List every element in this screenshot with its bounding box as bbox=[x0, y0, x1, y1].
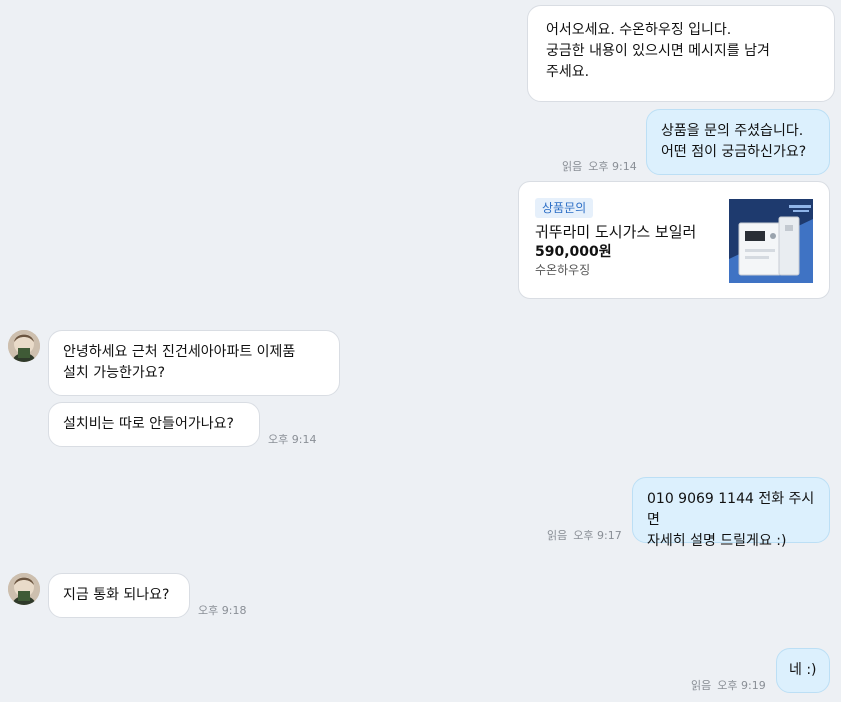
message-meta: 읽음 오후 9:17 bbox=[547, 527, 622, 543]
customer-avatar[interactable] bbox=[8, 330, 40, 362]
timestamp: 오후 9:14 bbox=[588, 160, 637, 173]
read-receipt: 읽음 bbox=[547, 529, 568, 542]
timestamp: 오후 9:17 bbox=[573, 529, 622, 542]
message-meta: 읽음 오후 9:19 bbox=[691, 677, 766, 693]
message-meta: 읽음 오후 9:14 bbox=[562, 158, 637, 174]
product-price: 590,000원 bbox=[535, 244, 612, 260]
read-receipt: 읽음 bbox=[562, 160, 583, 173]
product-ack-bubble: 상품을 문의 주셨습니다. 어떤 점이 궁금하신가요? bbox=[646, 109, 830, 175]
customer-message-bubble: 안녕하세요 근처 진건세아아파트 이제품 설치 가능한가요? bbox=[48, 330, 340, 396]
boiler-product-image[interactable] bbox=[729, 199, 813, 283]
customer-message-bubble: 설치비는 따로 안들어가나요? bbox=[48, 402, 260, 447]
product-inquiry-card[interactable]: 상품문의 귀뚜라미 도시가스 보일러 590,000원 수온하우징 bbox=[518, 181, 830, 299]
seller-reply-bubble: 010 9069 1144 전화 주시면 자세히 설명 드릴게요 :) bbox=[632, 477, 830, 549]
customer-message-bubble: 지금 통화 되나요? bbox=[48, 573, 190, 618]
customer-avatar[interactable] bbox=[8, 573, 40, 605]
message-meta: 오후 9:18 bbox=[198, 602, 246, 618]
product-inquiry-tag: 상품문의 bbox=[535, 198, 594, 218]
product-seller: 수온하우징 bbox=[535, 263, 591, 277]
product-title[interactable]: 귀뚜라미 도시가스 보일러 bbox=[535, 221, 715, 243]
timestamp: 오후 9:14 bbox=[268, 433, 317, 446]
seller-reply-bubble: 네 :) bbox=[776, 648, 830, 693]
timestamp: 오후 9:19 bbox=[717, 679, 766, 692]
welcome-message-bubble: 어서오세요. 수온하우징 입니다. 궁금한 내용이 있으시면 메시지를 남겨 주… bbox=[527, 5, 835, 102]
message-meta: 오후 9:14 bbox=[268, 431, 316, 447]
read-receipt: 읽음 bbox=[691, 679, 712, 692]
timestamp: 오후 9:18 bbox=[198, 604, 247, 617]
